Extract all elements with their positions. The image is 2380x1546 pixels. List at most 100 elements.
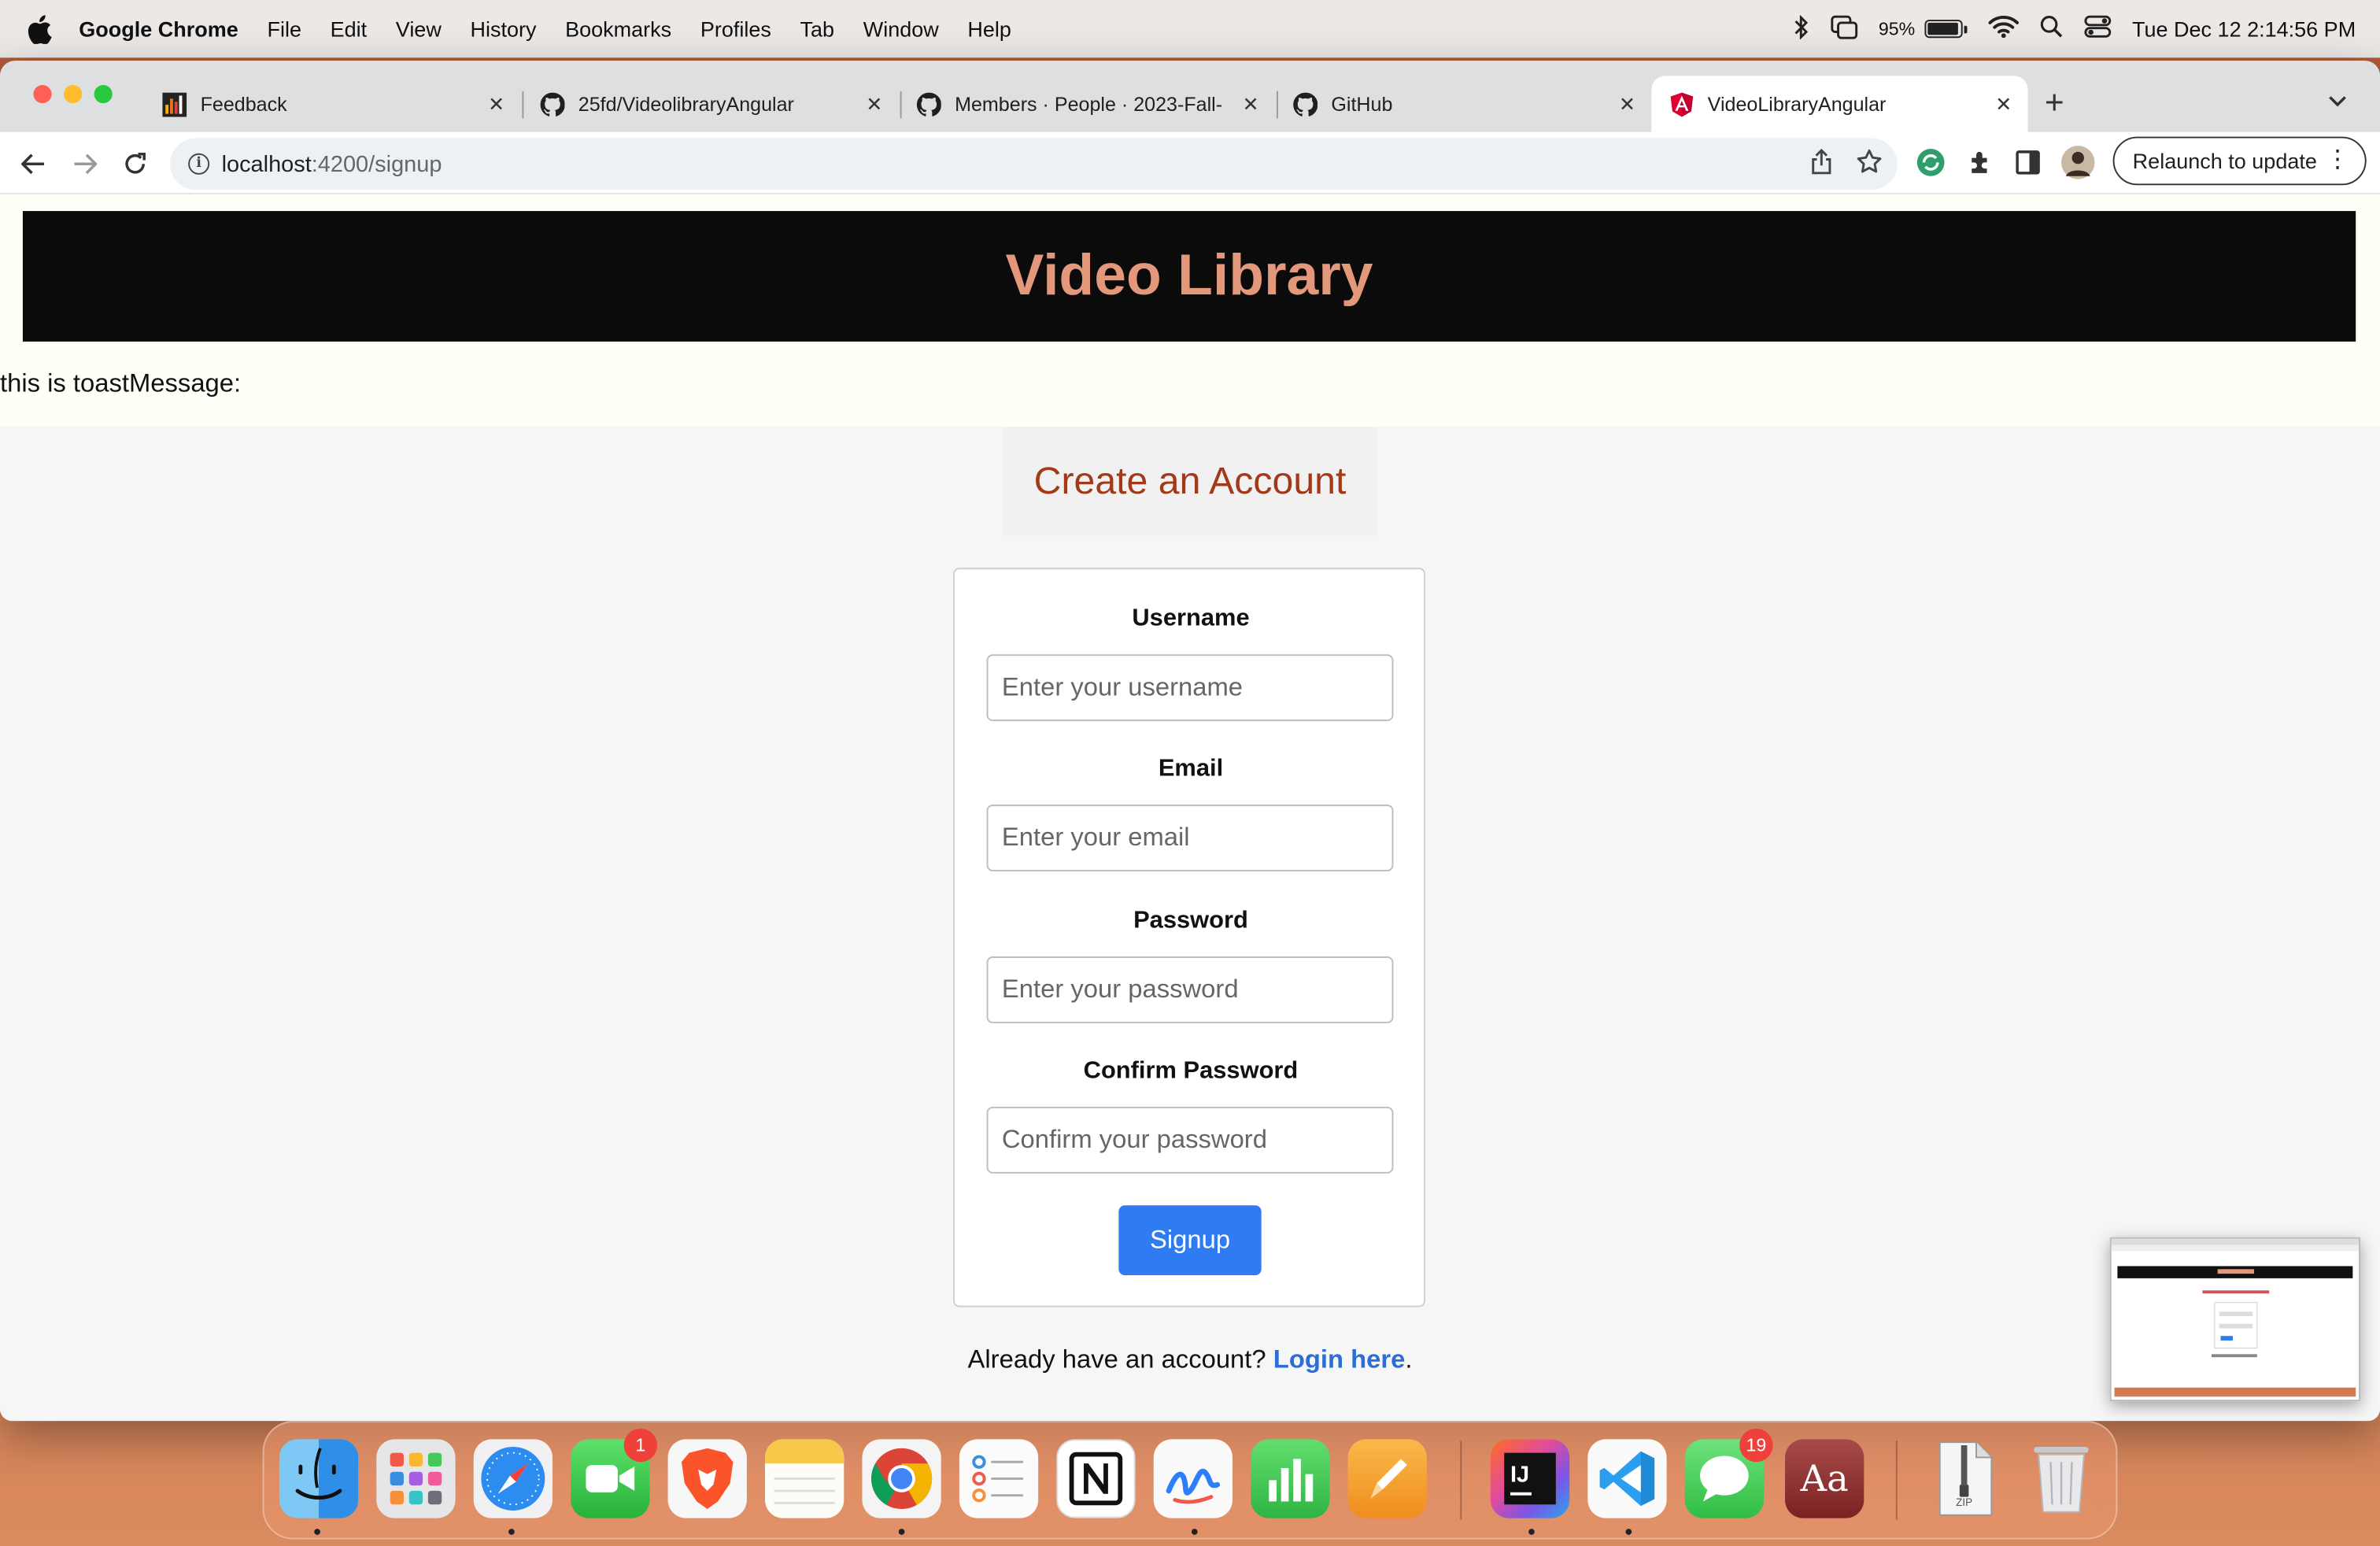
finder-icon[interactable]	[279, 1439, 359, 1518]
dictionary-icon[interactable]: Aa	[1785, 1439, 1864, 1518]
close-tab-icon[interactable]: ✕	[484, 92, 508, 117]
running-indicator	[508, 1529, 515, 1535]
minimize-window-button[interactable]	[64, 85, 83, 104]
chrome-menu-kebab-icon[interactable]: ⋮	[2326, 148, 2350, 173]
menu-view[interactable]: View	[396, 17, 442, 41]
close-tab-icon[interactable]: ✕	[1615, 92, 1639, 117]
login-prompt-line: Already have an account? Login here.	[0, 1345, 2380, 1376]
username-input[interactable]	[986, 654, 1394, 722]
confirm-password-input[interactable]	[986, 1106, 1394, 1174]
toast-message-text: this is toastMessage:	[0, 368, 242, 398]
extensions-puzzle-icon[interactable]	[1967, 149, 1994, 183]
profile-avatar[interactable]	[2061, 146, 2095, 187]
address-bar[interactable]: i localhost:4200/signup	[170, 138, 1898, 190]
running-indicator	[1191, 1529, 1198, 1535]
menu-app-name[interactable]: Google Chrome	[79, 17, 238, 41]
email-label: Email	[1158, 756, 1224, 782]
zoom-window-button[interactable]	[94, 85, 113, 104]
back-arrow-icon[interactable]	[18, 149, 49, 179]
running-indicator	[1528, 1529, 1535, 1535]
wifi-icon[interactable]	[1987, 15, 2019, 43]
tab-feedback[interactable]: Feedback ✕	[144, 76, 520, 131]
menu-help[interactable]: Help	[967, 17, 1011, 41]
menu-edit[interactable]: Edit	[331, 17, 368, 41]
facetime-badge: 1	[623, 1428, 658, 1463]
spotlight-search-icon[interactable]	[2039, 15, 2062, 43]
page-heading-box: Create an Account	[1003, 426, 1377, 536]
tab-members-people[interactable]: Members · People · 2023-Fall- ✕	[899, 76, 1275, 131]
menubar-clock[interactable]: Tue Dec 12 2:14:56 PM	[2132, 17, 2356, 41]
github-icon	[916, 91, 941, 117]
macos-menu-bar: Google Chrome File Edit View History Boo…	[0, 0, 2380, 58]
tab-videolibrary-repo[interactable]: 25fd/VideolibraryAngular ✕	[522, 76, 898, 131]
menu-window[interactable]: Window	[863, 17, 939, 41]
battery-tip	[1963, 24, 1967, 33]
safari-icon[interactable]	[473, 1439, 553, 1518]
menu-file[interactable]: File	[267, 17, 301, 41]
menu-profiles[interactable]: Profiles	[700, 17, 771, 41]
tab-title: Members · People · 2023-Fall-	[955, 92, 1223, 116]
close-tab-icon[interactable]: ✕	[1239, 92, 1263, 117]
tab-videolibraryangular-active[interactable]: VideoLibraryAngular ✕	[1651, 76, 2028, 132]
url-host: localhost	[221, 150, 312, 177]
close-tab-icon[interactable]: ✕	[862, 92, 886, 117]
control-center-icon[interactable]	[2083, 15, 2111, 43]
bookmark-star-icon[interactable]	[1857, 149, 1883, 181]
notion-icon[interactable]	[1056, 1439, 1136, 1518]
intellij-logo-underline	[1510, 1492, 1532, 1496]
apple-logo-icon[interactable]	[28, 14, 58, 43]
page-heading: Create an Account	[1033, 459, 1347, 502]
signup-button[interactable]: Signup	[1118, 1205, 1262, 1276]
chrome-icon[interactable]	[862, 1439, 941, 1518]
intellij-logo-text: IJ	[1510, 1462, 1530, 1489]
intellij-idea-icon[interactable]: IJ	[1490, 1439, 1570, 1518]
tab-github[interactable]: GitHub ✕	[1275, 76, 1651, 131]
chrome-window: Feedback ✕ 25fd/VideolibraryAngular ✕ Me…	[0, 61, 2380, 1422]
reminders-icon[interactable]	[959, 1439, 1039, 1518]
tab-search-chevron-down-icon[interactable]	[2328, 88, 2346, 116]
screen-mirroring-icon[interactable]	[1830, 14, 1857, 43]
menu-tab[interactable]: Tab	[800, 17, 835, 41]
login-here-link[interactable]: Login here	[1273, 1345, 1406, 1374]
dock-separator	[1460, 1441, 1462, 1520]
signup-form: Username Email Password Confirm Password…	[953, 568, 1425, 1307]
battery-level-fill	[1927, 22, 1957, 35]
vscode-icon[interactable]	[1587, 1439, 1667, 1518]
close-window-button[interactable]	[33, 85, 52, 104]
tab-title: 25fd/VideolibraryAngular	[578, 92, 794, 116]
battery-status[interactable]: 95%	[1879, 18, 1967, 39]
numbers-icon[interactable]	[1251, 1439, 1330, 1518]
freeform-icon[interactable]	[1153, 1439, 1233, 1518]
trash-icon[interactable]	[2022, 1439, 2101, 1518]
menu-history[interactable]: History	[470, 17, 536, 41]
dock-separator	[1895, 1441, 1898, 1520]
forward-arrow-icon[interactable]	[70, 149, 101, 179]
tab-title: Feedback	[200, 92, 287, 116]
extension-sync-icon[interactable]	[1916, 147, 1946, 185]
zip-archive-icon[interactable]: ZIP	[1924, 1439, 2003, 1518]
side-panel-icon[interactable]	[2016, 150, 2040, 183]
password-input[interactable]	[986, 956, 1394, 1023]
share-icon[interactable]	[1811, 148, 1832, 181]
screenshot-thumbnail-preview[interactable]	[2109, 1237, 2360, 1402]
bar-chart-favicon-icon	[162, 91, 187, 117]
reload-icon[interactable]	[120, 149, 150, 179]
site-info-icon[interactable]: i	[188, 153, 210, 175]
github-icon	[540, 91, 565, 117]
messages-badge: 19	[1739, 1428, 1773, 1463]
site-title: Video Library	[1005, 243, 1373, 308]
notes-icon[interactable]	[765, 1439, 844, 1518]
zip-label: ZIP	[1956, 1498, 1973, 1510]
menu-bookmarks[interactable]: Bookmarks	[565, 17, 671, 41]
brave-browser-icon[interactable]	[667, 1439, 747, 1518]
email-input[interactable]	[986, 804, 1394, 872]
pages-icon[interactable]	[1347, 1439, 1427, 1518]
close-tab-icon[interactable]: ✕	[1991, 92, 2016, 117]
confirm-password-label: Confirm Password	[1083, 1058, 1299, 1085]
launchpad-icon[interactable]	[376, 1439, 456, 1518]
bluetooth-icon[interactable]	[1794, 13, 1809, 43]
new-tab-plus-icon[interactable]: +	[2045, 86, 2064, 120]
site-banner: Video Library	[22, 211, 2356, 342]
github-icon	[1293, 91, 1318, 117]
relaunch-to-update-button[interactable]: Relaunch to update ⋮	[2112, 136, 2367, 186]
